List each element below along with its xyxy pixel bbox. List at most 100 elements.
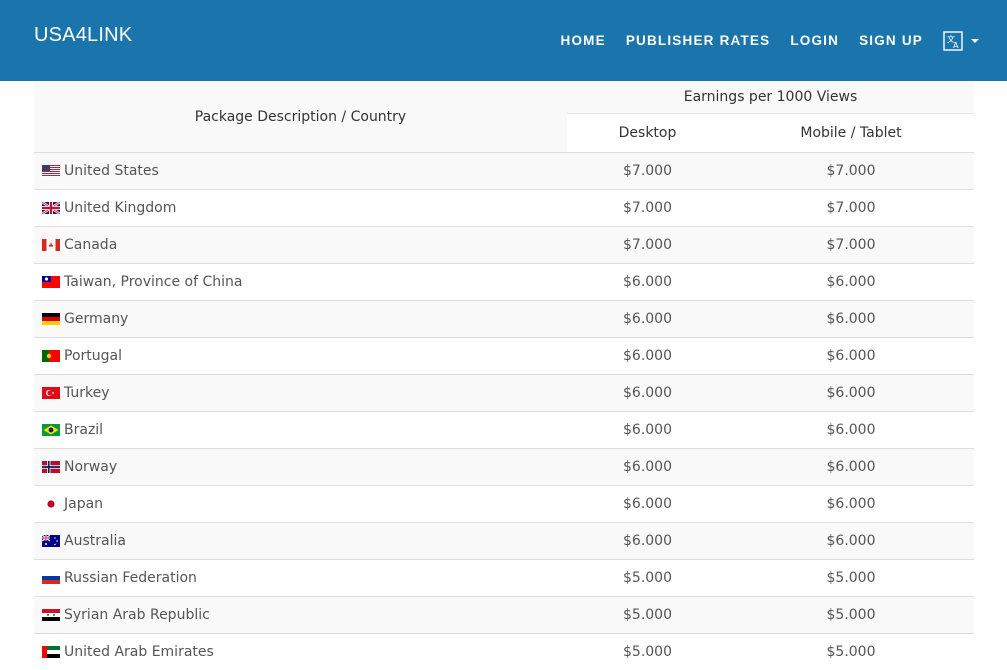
nav-publisher-rates[interactable]: PUBLISHER RATES — [626, 33, 771, 48]
country-cell: Brazil — [34, 412, 567, 449]
mobile-rate: $6.000 — [728, 486, 974, 523]
country-cell: Canada — [34, 227, 567, 264]
table-row: Turkey $6.000 $6.000 — [34, 375, 974, 412]
country-cell: Japan — [34, 486, 567, 523]
desktop-rate: $6.000 — [567, 449, 728, 486]
country-name: Canada — [64, 237, 117, 253]
country-cell: Germany — [34, 301, 567, 338]
mobile-rate: $5.000 — [728, 597, 974, 634]
flag-no-icon — [42, 461, 60, 473]
desktop-rate: $6.000 — [567, 412, 728, 449]
flag-ru-icon — [42, 572, 60, 584]
desktop-rate: $7.000 — [567, 227, 728, 264]
flag-ae-icon — [42, 646, 60, 658]
desktop-rate: $6.000 — [567, 301, 728, 338]
mobile-rate: $5.000 — [728, 634, 974, 670]
country-name: Portugal — [64, 348, 122, 364]
table-row: Taiwan, Province of China $6.000 $6.000 — [34, 264, 974, 301]
flag-ca-icon — [42, 239, 60, 251]
flag-tw-icon — [42, 276, 60, 288]
language-dropdown[interactable]: 文 A — [943, 31, 979, 51]
main-nav: HOME PUBLISHER RATES LOGIN SIGN UP 文 A — [561, 0, 1007, 81]
col-header-description: Package Description / Country — [34, 81, 567, 153]
nav-signup[interactable]: SIGN UP — [859, 33, 923, 48]
top-navbar: USA4LINK HOME PUBLISHER RATES LOGIN SIGN… — [0, 0, 1007, 81]
country-cell: Turkey — [34, 375, 567, 412]
country-cell: Norway — [34, 449, 567, 486]
mobile-rate: $7.000 — [728, 227, 974, 264]
country-name: Syrian Arab Republic — [64, 607, 210, 623]
col-header-mobile: Mobile / Tablet — [728, 114, 974, 153]
country-name: Taiwan, Province of China — [64, 274, 242, 290]
country-name: Japan — [64, 496, 103, 512]
flag-sy-icon — [42, 609, 60, 621]
country-cell: Portugal — [34, 338, 567, 375]
country-name: Norway — [64, 459, 117, 475]
flag-tr-icon — [42, 387, 60, 399]
table-row: Australia $6.000 $6.000 — [34, 523, 974, 560]
brand-logo[interactable]: USA4LINK — [34, 24, 132, 47]
chevron-down-icon — [971, 39, 979, 43]
country-name: Germany — [64, 311, 128, 327]
country-name: United Kingdom — [64, 200, 176, 216]
table-row: United Kingdom $7.000 $7.000 — [34, 190, 974, 227]
table-row: Germany $6.000 $6.000 — [34, 301, 974, 338]
country-cell: Russian Federation — [34, 560, 567, 597]
flag-jp-icon — [42, 498, 60, 510]
translate-icon: 文 A — [943, 31, 963, 51]
flag-pt-icon — [42, 350, 60, 362]
flag-br-icon — [42, 424, 60, 436]
flag-us-icon — [42, 165, 60, 177]
table-row: Syrian Arab Republic $5.000 $5.000 — [34, 597, 974, 634]
desktop-rate: $7.000 — [567, 190, 728, 227]
table-row: Norway $6.000 $6.000 — [34, 449, 974, 486]
mobile-rate: $6.000 — [728, 449, 974, 486]
desktop-rate: $6.000 — [567, 338, 728, 375]
country-name: Australia — [64, 533, 126, 549]
country-name: Brazil — [64, 422, 103, 438]
rates-table: Package Description / Country Earnings p… — [34, 81, 974, 670]
country-cell: Syrian Arab Republic — [34, 597, 567, 634]
flag-au-icon — [42, 535, 60, 547]
table-row: Portugal $6.000 $6.000 — [34, 338, 974, 375]
desktop-rate: $5.000 — [567, 634, 728, 670]
mobile-rate: $6.000 — [728, 375, 974, 412]
table-row: Canada $7.000 $7.000 — [34, 227, 974, 264]
table-row: United Arab Emirates $5.000 $5.000 — [34, 634, 974, 670]
mobile-rate: $6.000 — [728, 264, 974, 301]
mobile-rate: $6.000 — [728, 301, 974, 338]
flag-de-icon — [42, 313, 60, 325]
desktop-rate: $7.000 — [567, 153, 728, 190]
mobile-rate: $7.000 — [728, 190, 974, 227]
col-header-desktop: Desktop — [567, 114, 728, 153]
mobile-rate: $7.000 — [728, 153, 974, 190]
nav-login[interactable]: LOGIN — [790, 33, 839, 48]
country-cell: United States — [34, 153, 567, 190]
country-name: United Arab Emirates — [64, 644, 214, 660]
country-name: Russian Federation — [64, 570, 197, 586]
nav-home[interactable]: HOME — [561, 33, 606, 48]
mobile-rate: $6.000 — [728, 412, 974, 449]
country-cell: United Arab Emirates — [34, 634, 567, 670]
svg-text:A: A — [953, 41, 959, 50]
flag-gb-icon — [42, 202, 60, 214]
country-cell: Australia — [34, 523, 567, 560]
desktop-rate: $6.000 — [567, 486, 728, 523]
country-cell: United Kingdom — [34, 190, 567, 227]
country-cell: Taiwan, Province of China — [34, 264, 567, 301]
mobile-rate: $6.000 — [728, 523, 974, 560]
rates-table-container: Package Description / Country Earnings p… — [34, 81, 974, 670]
mobile-rate: $5.000 — [728, 560, 974, 597]
country-name: United States — [64, 163, 159, 179]
col-header-earnings: Earnings per 1000 Views — [567, 81, 974, 114]
desktop-rate: $5.000 — [567, 560, 728, 597]
table-row: United States $7.000 $7.000 — [34, 153, 974, 190]
country-name: Turkey — [64, 385, 110, 401]
desktop-rate: $6.000 — [567, 523, 728, 560]
table-row: Japan $6.000 $6.000 — [34, 486, 974, 523]
mobile-rate: $6.000 — [728, 338, 974, 375]
table-row: Russian Federation $5.000 $5.000 — [34, 560, 974, 597]
table-row: Brazil $6.000 $6.000 — [34, 412, 974, 449]
desktop-rate: $6.000 — [567, 375, 728, 412]
desktop-rate: $5.000 — [567, 597, 728, 634]
